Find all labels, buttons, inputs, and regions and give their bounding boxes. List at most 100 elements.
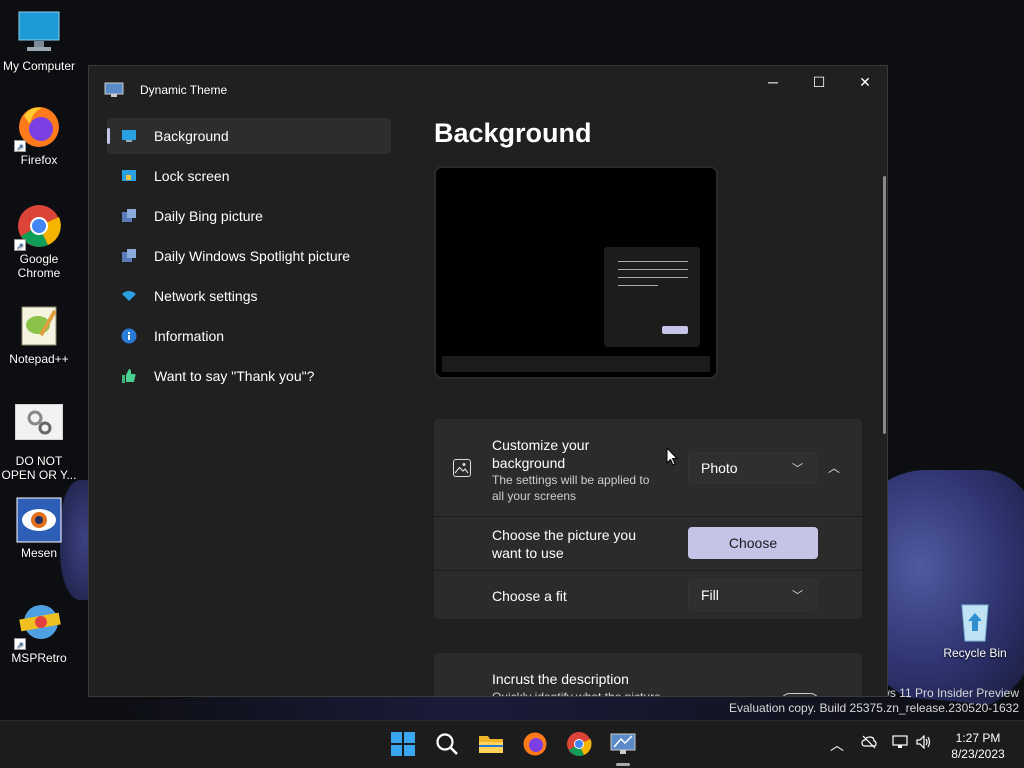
desktop-icon-chrome[interactable]: ↗ Google Chrome	[1, 203, 77, 280]
app-icon	[104, 82, 124, 98]
nav-item-spotlight[interactable]: Daily Windows Spotlight picture	[107, 238, 391, 274]
choose-fit-label: Choose a fit	[492, 588, 567, 604]
shortcut-arrow-icon: ↗	[14, 239, 26, 251]
spotlight-picture-icon	[121, 248, 137, 264]
preview-line	[618, 269, 688, 270]
choose-picture-label-line1: Choose the picture you	[492, 527, 636, 543]
fit-dropdown[interactable]: Fill ﹀	[688, 579, 818, 611]
nav-item-daily-bing[interactable]: Daily Bing picture	[107, 198, 391, 234]
desktop-icon-mesen[interactable]: Mesen	[1, 497, 77, 560]
desktop-icon-firefox[interactable]: ↗ Firefox	[1, 104, 77, 167]
firefox-icon[interactable]	[522, 731, 548, 757]
shortcut-arrow-icon: ↗	[14, 638, 26, 650]
dropdown-value: Fill	[701, 587, 719, 603]
nav-item-information[interactable]: Information	[107, 318, 391, 354]
preview-line	[618, 285, 658, 286]
incrust-toggle[interactable]	[780, 693, 820, 696]
incrust-desc: Quickly identify what the picture	[492, 690, 661, 697]
maximize-button[interactable]: ☐	[796, 66, 842, 98]
mouse-cursor-icon	[666, 446, 679, 472]
desktop-icon-label: DO NOT OPEN OR Y...	[1, 454, 77, 482]
desktop-icon-recycle-bin[interactable]: Recycle Bin	[937, 597, 1013, 660]
clock-date: 8/23/2023	[951, 747, 1005, 761]
page-title: Background	[434, 118, 592, 148]
nav-label: Network settings	[154, 288, 258, 304]
dropdown-value: Photo	[701, 460, 738, 476]
choose-button[interactable]: Choose	[688, 527, 818, 559]
search-icon[interactable]	[434, 731, 460, 757]
desktop-icon-label: Google Chrome	[17, 252, 61, 280]
preview-button	[662, 326, 688, 334]
desktop-icon-my-computer[interactable]: My Computer	[1, 10, 77, 73]
background-mode-dropdown[interactable]: Photo ﹀	[688, 452, 818, 484]
cloud-offline-icon[interactable]	[861, 735, 877, 752]
preview-line	[618, 261, 688, 262]
taskbar: ︿ 1:27 PM 8/23/2023	[0, 720, 1024, 768]
incrust-description-card[interactable]: Incrust the description Quickly identify…	[434, 653, 862, 697]
info-icon	[121, 328, 137, 344]
clock-time: 1:27 PM	[955, 731, 1001, 745]
nav-label: Information	[154, 328, 225, 344]
mspretro-icon: ↗	[14, 602, 62, 650]
content-scrollbar[interactable]	[883, 176, 886, 434]
choose-picture-label-line2: want to use	[492, 545, 564, 561]
monitor-icon	[121, 128, 137, 144]
nav-label: Daily Bing picture	[154, 208, 263, 224]
minimize-button[interactable]: ─	[750, 66, 796, 98]
nav-item-thank-you[interactable]: Want to say "Thank you"?	[107, 358, 391, 394]
chrome-icon: ↗	[14, 203, 62, 251]
volume-icon[interactable]	[916, 734, 932, 752]
picture-icon	[453, 459, 471, 477]
desktop-icon-label: Recycle Bin	[943, 646, 1007, 660]
nav-label: Want to say "Thank you"?	[154, 368, 315, 384]
preview-line	[618, 277, 688, 278]
customize-title-line2: background	[492, 455, 566, 471]
desktop-icon-label: My Computer	[2, 59, 76, 73]
desktop-icon-label: Firefox	[20, 153, 58, 167]
desktop-icon-notepadpp[interactable]: Notepad++	[1, 303, 77, 366]
chevron-up-icon[interactable]: ︿	[830, 735, 844, 755]
customize-desc-line1: The settings will be applied to	[492, 473, 650, 487]
close-button[interactable]: ✕	[842, 66, 887, 98]
background-preview	[434, 166, 718, 379]
customize-background-card[interactable]: Customize your background The settings w…	[434, 419, 862, 517]
network-icon[interactable]	[892, 735, 908, 752]
wifi-icon	[121, 288, 137, 304]
customize-desc-line2: all your screens	[492, 489, 577, 503]
file-explorer-icon[interactable]	[478, 731, 504, 757]
clock[interactable]: 1:27 PM 8/23/2023	[945, 730, 1011, 762]
desktop-icon-label: Notepad++	[9, 352, 69, 366]
nav-item-background[interactable]: Background	[107, 118, 391, 154]
chevron-down-icon: ﹀	[792, 463, 803, 475]
notepadpp-icon	[16, 303, 62, 349]
choose-fit-card: Choose a fit Fill ﹀	[434, 571, 862, 619]
title-bar[interactable]: Dynamic Theme ─ ☐ ✕	[89, 66, 887, 114]
dynamic-theme-window: Dynamic Theme ─ ☐ ✕ Background Lock scre…	[88, 65, 888, 697]
dynamic-theme-icon[interactable]	[610, 731, 636, 757]
watermark-build: Evaluation copy. Build 25375.zn_release.…	[729, 701, 1019, 715]
chrome-icon[interactable]	[566, 731, 592, 757]
desktop-icon-do-not-open[interactable]: DO NOT OPEN OR Y...	[1, 403, 77, 482]
windows-start-icon[interactable]	[390, 731, 416, 757]
customize-settings-group: Customize your background The settings w…	[434, 419, 862, 619]
nav-label: Background	[154, 128, 229, 144]
active-app-indicator	[616, 763, 630, 766]
thumbs-up-icon	[121, 368, 137, 384]
recycle-bin-icon	[952, 597, 998, 643]
lock-screen-icon	[121, 168, 137, 184]
desktop-icon-label: Mesen	[20, 546, 58, 560]
nav-item-network[interactable]: Network settings	[107, 278, 391, 314]
nav-item-lock-screen[interactable]: Lock screen	[107, 158, 391, 194]
computer-icon	[16, 10, 62, 56]
chevron-down-icon: ﹀	[792, 590, 803, 602]
window-title: Dynamic Theme	[140, 83, 228, 97]
watermark-edition: ws 11 Pro Insider Preview	[881, 686, 1019, 700]
chevron-up-icon[interactable]: ︿	[828, 459, 840, 476]
desktop-icon-mspretro[interactable]: ↗ MSPRetro	[1, 602, 77, 665]
preview-window	[604, 247, 700, 347]
navigation-pane: Background Lock screen Daily Bing pictur…	[107, 118, 391, 398]
nav-label: Daily Windows Spotlight picture	[154, 248, 351, 264]
firefox-icon: ↗	[14, 104, 62, 152]
desktop-icon-label: MSPRetro	[11, 651, 67, 665]
nav-label: Lock screen	[154, 168, 230, 184]
